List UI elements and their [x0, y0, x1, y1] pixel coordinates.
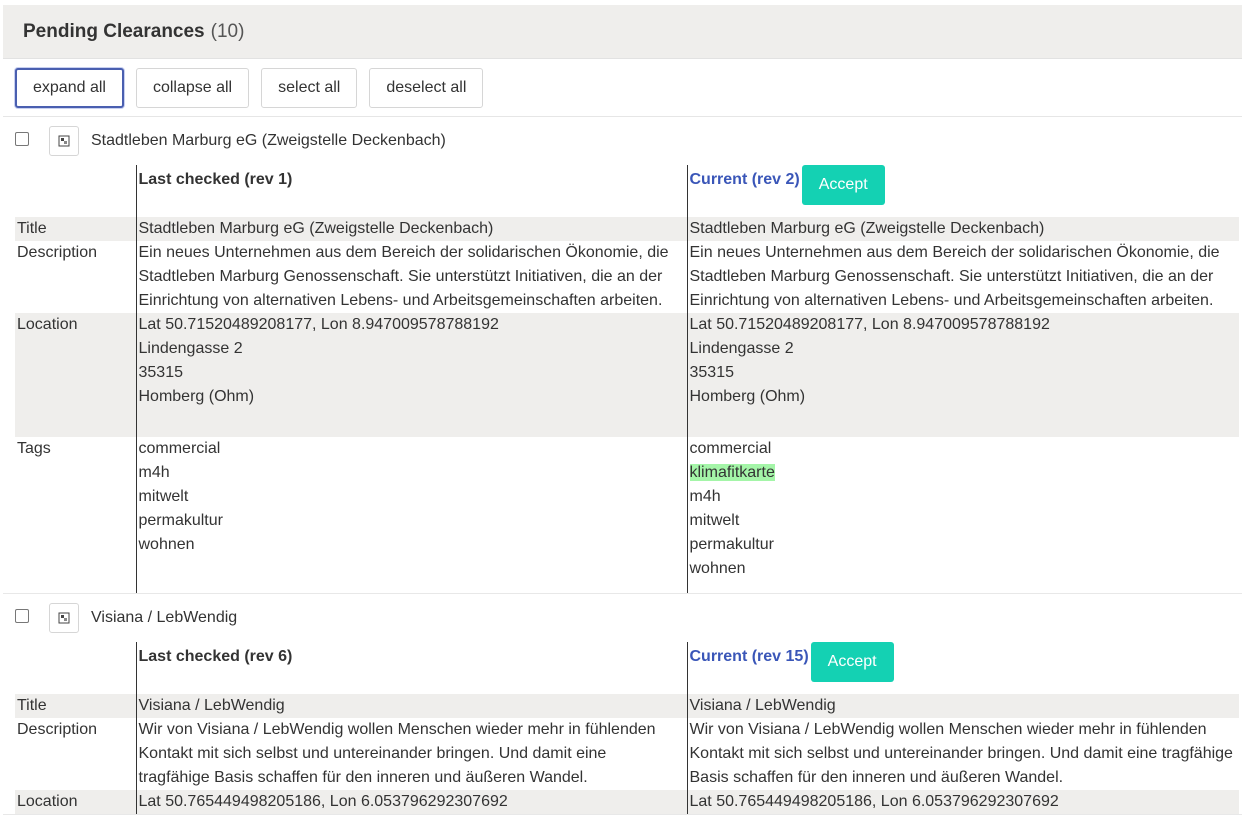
current-header: Current (rev 15) Accept: [686, 642, 1239, 694]
accept-button[interactable]: Accept: [801, 165, 885, 205]
text-line: Lat 50.71520489208177, Lon 8.94700957878…: [138, 316, 499, 333]
tag: m4h: [138, 464, 170, 481]
text-line: 35315: [689, 364, 735, 381]
new-description: Wir von Visiana / LebWendig wollen Mensc…: [686, 718, 1239, 790]
location-row: Location Lat 50.765449498205186, Lon 6.0…: [15, 790, 1239, 814]
diff-table: Last checked (rev 1) Current (rev 2) Acce…: [15, 165, 1239, 593]
deselect-all-button[interactable]: deselect all: [369, 67, 484, 108]
pending-count: (10): [210, 20, 245, 42]
revision-header-row: Last checked (rev 6) Current (rev 15) Acc…: [15, 642, 1239, 694]
tag: wohnen: [138, 536, 195, 553]
new-title: Stadtleben Marburg eG (Zweigstelle Decke…: [686, 217, 1239, 241]
map-button[interactable]: [49, 603, 79, 633]
location-row: Location Lat 50.71520489208177, Lon 8.94…: [15, 313, 1239, 437]
text-line: Lindengasse 2: [138, 340, 243, 357]
text-line: Wir von Visiana / LebWendig wollen Mensc…: [138, 721, 656, 738]
text-line: Stadtleben Marburg Genossenschaft. Sie u…: [138, 268, 663, 285]
tag: mitwelt: [689, 512, 740, 529]
entry-title: Visiana / LebWendig: [91, 609, 238, 626]
text-line: Lat 50.765449498205186, Lon 6.0537962923…: [138, 793, 508, 810]
description-row: Description Ein neues Unternehmen aus de…: [15, 241, 1239, 313]
old-location: Lat 50.765449498205186, Lon 6.0537962923…: [135, 790, 687, 814]
old-title: Stadtleben Marburg eG (Zweigstelle Decke…: [135, 217, 687, 241]
accept-button[interactable]: Accept: [810, 642, 894, 682]
added-tag: klimafitkarte: [689, 461, 1238, 485]
diff-table: Last checked (rev 6) Current (rev 15) Acc…: [15, 642, 1239, 814]
entry-header: Visiana / LebWendig: [3, 594, 1242, 642]
tag: commercial: [138, 440, 221, 457]
description-row: Description Wir von Visiana / LebWendig …: [15, 718, 1239, 790]
clearance-entry: Stadtleben Marburg eG (Zweigstelle Decke…: [3, 117, 1242, 594]
old-tags: commercial m4h mitwelt permakultur wohne…: [135, 437, 687, 593]
text-line: Basis schaffen für den inneren und äußer…: [689, 769, 1064, 786]
text-line: Einrichtung von alternativen Lebens- und…: [689, 292, 1214, 309]
last-checked-header: Last checked (rev 6): [135, 642, 687, 694]
tag: permakultur: [138, 512, 223, 529]
map-button[interactable]: [49, 126, 79, 156]
new-description: Ein neues Unternehmen aus dem Bereich de…: [686, 241, 1239, 313]
row-label: Location: [15, 313, 136, 437]
tag: permakultur: [689, 536, 774, 553]
new-location: Lat 50.71520489208177, Lon 8.94700957878…: [686, 313, 1239, 437]
tag: m4h: [689, 488, 721, 505]
text-line: Wir von Visiana / LebWendig wollen Mensc…: [689, 721, 1207, 738]
text-line: Kontakt mit sich selbst und untereinande…: [689, 745, 1233, 762]
last-checked-header: Last checked (rev 1): [135, 165, 687, 217]
text-line: tragfähige Basis schaffen für den innere…: [138, 769, 588, 786]
entry-header: Stadtleben Marburg eG (Zweigstelle Decke…: [3, 117, 1242, 165]
tag: commercial: [689, 440, 772, 457]
text-line: Einrichtung von alternativen Lebens- und…: [138, 292, 663, 309]
entry-checkbox[interactable]: [15, 132, 29, 146]
text-line: 35315: [138, 364, 184, 381]
panel-header: Pending Clearances (10): [3, 5, 1242, 59]
select-all-button[interactable]: select all: [261, 67, 358, 108]
entry-title: Stadtleben Marburg eG (Zweigstelle Decke…: [91, 132, 446, 149]
title-row: Title Visiana / LebWendig Visiana / LebW…: [15, 694, 1239, 718]
row-label: Title: [15, 694, 136, 718]
current-label: Current (rev 15): [689, 648, 809, 665]
new-location: Lat 50.765449498205186, Lon 6.0537962923…: [686, 790, 1239, 814]
text-line: Ein neues Unternehmen aus dem Bereich de…: [689, 244, 1220, 261]
old-title: Visiana / LebWendig: [135, 694, 687, 718]
revision-header-row: Last checked (rev 1) Current (rev 2) Acce…: [15, 165, 1239, 217]
added-tag-highlight: klimafitkarte: [689, 464, 775, 481]
entry-checkbox[interactable]: [15, 609, 29, 623]
old-location: Lat 50.71520489208177, Lon 8.94700957878…: [135, 313, 687, 437]
row-label: Description: [17, 244, 98, 261]
tag: wohnen: [689, 560, 746, 577]
row-label: Title: [15, 217, 136, 241]
tags-row: Tags commercial m4h mitwelt permakultur …: [15, 437, 1239, 593]
collapse-all-button[interactable]: collapse all: [135, 67, 250, 108]
text-line: Homberg (Ohm): [138, 388, 255, 405]
row-label: Tags: [17, 440, 51, 457]
pending-clearances-panel: Pending Clearances (10) expand all colla…: [3, 5, 1242, 830]
new-tags: commercial klimafitkarte m4h mitwelt per…: [686, 437, 1239, 593]
row-label: Location: [15, 790, 136, 814]
clearance-entry: Visiana / LebWendig Last checked (rev 6)…: [3, 594, 1242, 815]
current-label: Current (rev 2): [689, 171, 800, 188]
row-label: Description: [17, 721, 98, 738]
text-line: Kontakt mit sich selbst und untereinande…: [138, 745, 607, 762]
text-line: Ein neues Unternehmen aus dem Bereich de…: [138, 244, 669, 261]
new-title: Visiana / LebWendig: [686, 694, 1239, 718]
current-header: Current (rev 2) Accept: [686, 165, 1239, 217]
expand-all-button[interactable]: expand all: [15, 67, 124, 108]
text-line: Lat 50.71520489208177, Lon 8.94700957878…: [689, 316, 1050, 333]
text-line: Lat 50.765449498205186, Lon 6.0537962923…: [689, 793, 1059, 810]
label-column-header: [15, 165, 136, 217]
map-icon: [58, 612, 70, 624]
toolbar: expand all collapse all select all desel…: [3, 59, 1242, 117]
map-icon: [58, 135, 70, 147]
page-title: Pending Clearances: [23, 20, 205, 42]
title-row: Title Stadtleben Marburg eG (Zweigstelle…: [15, 217, 1239, 241]
tag: mitwelt: [138, 488, 189, 505]
label-column-header: [15, 642, 136, 694]
old-description: Wir von Visiana / LebWendig wollen Mensc…: [135, 718, 687, 790]
old-description: Ein neues Unternehmen aus dem Bereich de…: [135, 241, 687, 313]
text-line: Homberg (Ohm): [689, 388, 806, 405]
text-line: Stadtleben Marburg Genossenschaft. Sie u…: [689, 268, 1214, 285]
text-line: Lindengasse 2: [689, 340, 794, 357]
